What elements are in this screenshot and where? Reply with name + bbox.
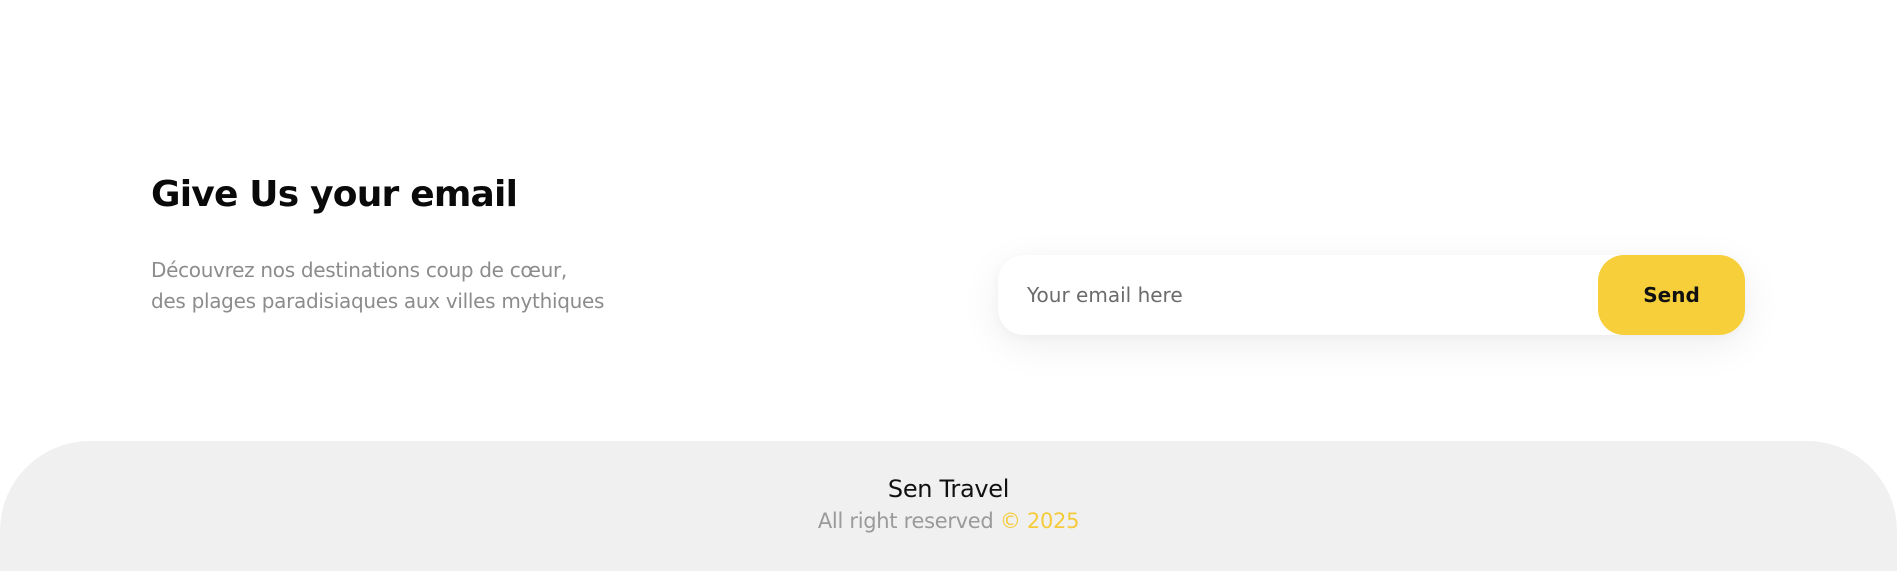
newsletter-description-line: Découvrez nos destinations coup de cœur,	[151, 258, 567, 282]
newsletter-description-line: des plages paradisiaques aux villes myth…	[151, 289, 605, 313]
email-input[interactable]	[998, 255, 1598, 335]
newsletter-title: Give Us your email	[151, 174, 518, 215]
footer-copyright: All right reserved © 2025	[0, 509, 1897, 533]
newsletter-description: Découvrez nos destinations coup de cœur,…	[151, 255, 604, 317]
footer-copyright-year: © 2025	[999, 509, 1080, 533]
footer: Sen Travel All right reserved © 2025	[0, 441, 1897, 571]
email-subscribe-form: Send	[998, 255, 1745, 335]
footer-brand: Sen Travel	[887, 475, 1010, 503]
footer-rights-text: All right reserved	[817, 509, 994, 533]
send-button[interactable]: Send	[1598, 255, 1745, 335]
newsletter-section: Give Us your email Découvrez nos destina…	[0, 0, 1897, 441]
